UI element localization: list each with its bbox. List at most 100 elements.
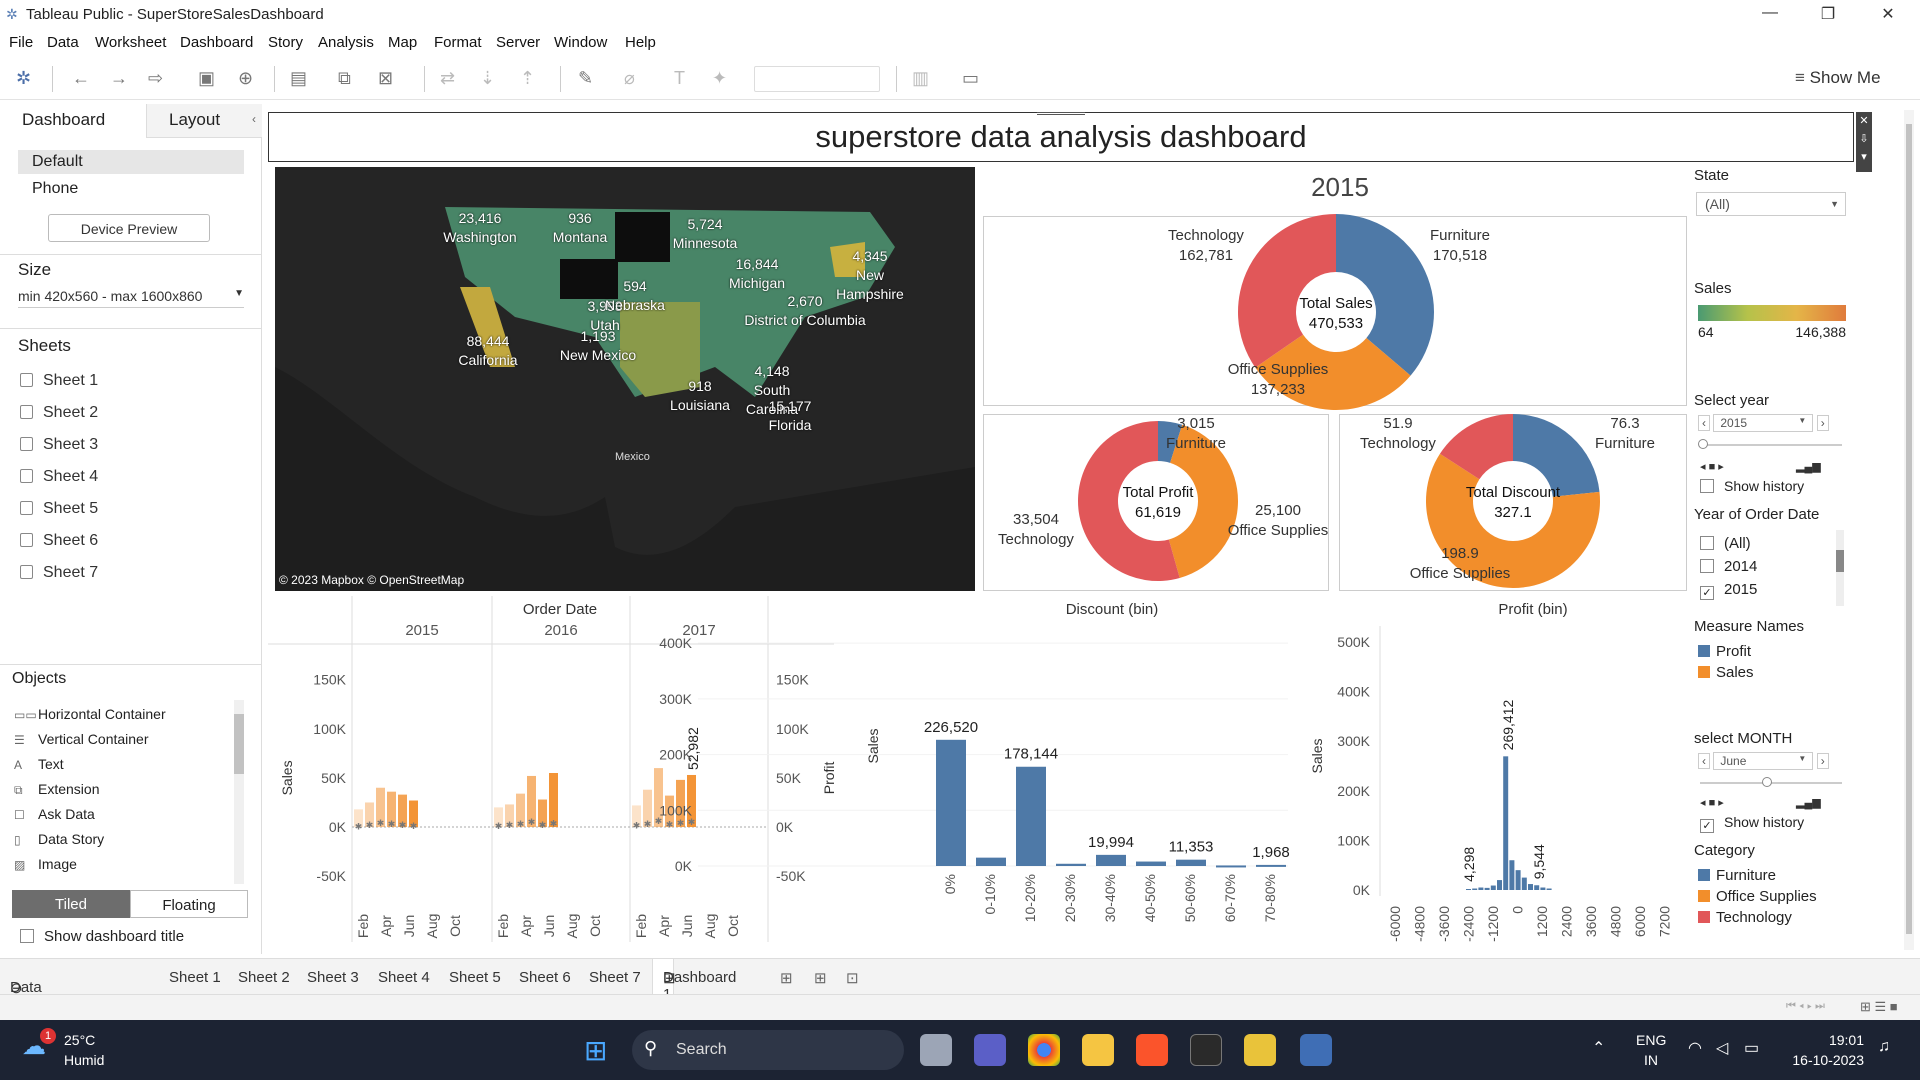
windows-taskbar: ☁ 1 25°C Humid ⊞ ⚲ Search ⌃ ENG IN ◠ ◁ ▭… (0, 1020, 1920, 1080)
tab-sheet-5[interactable]: Sheet 5 (449, 969, 501, 986)
clock-time[interactable]: 19:01 (1804, 1032, 1864, 1048)
legend-swatch (1698, 666, 1710, 678)
year-option-all[interactable]: (All) (1700, 532, 1757, 555)
playback-controls[interactable]: ◂ ■ ▸ (1700, 460, 1724, 473)
donut-center-title: Total Profit (1123, 484, 1195, 501)
donut-label: Technology (1360, 435, 1436, 452)
year-order-list[interactable]: (All) 2014 ✓ 2015 (1700, 532, 1757, 601)
legend-swatch (1698, 645, 1710, 657)
tab-sheet-4[interactable]: Sheet 4 (378, 969, 430, 986)
checkbox-icon (1700, 479, 1714, 493)
next-icon[interactable]: › (1816, 753, 1829, 769)
terminal-icon[interactable] (1190, 1034, 1222, 1066)
show-history-label: Show history (1724, 814, 1805, 830)
select-month-dropdown[interactable]: June ▼ (1713, 752, 1814, 770)
step-forward-icon[interactable]: ▸ (1718, 797, 1724, 809)
measure-item-profit[interactable]: Profit (1698, 641, 1754, 662)
brave-icon[interactable] (1136, 1034, 1168, 1066)
chart1-ytick: 100K (313, 721, 346, 737)
view-toggle-icon[interactable]: ⊞ ☰ ■ (1860, 999, 1898, 1015)
slider-handle[interactable] (1762, 777, 1772, 787)
teams-icon[interactable] (974, 1034, 1006, 1066)
app-icon[interactable] (1244, 1034, 1276, 1066)
chart1-y2tick: 150K (776, 672, 809, 688)
new-dashboard-icon[interactable]: ⊞ (814, 969, 827, 987)
chart3-bar (1515, 870, 1521, 890)
lang-in[interactable]: IN (1644, 1052, 1658, 1068)
tableau-taskbar-icon[interactable] (1300, 1034, 1332, 1066)
show-history-checkbox[interactable]: Show history (1700, 478, 1804, 494)
category-item-technology[interactable]: Technology (1698, 907, 1817, 928)
sales-min: 64 (1698, 324, 1714, 340)
speed-icon[interactable]: ▂▄▆ (1796, 796, 1821, 809)
notifications-bell-icon[interactable]: ♫ (1878, 1038, 1890, 1056)
battery-icon[interactable]: ▭ (1744, 1038, 1759, 1058)
new-story-icon[interactable]: ⊡ (846, 969, 859, 987)
legend-swatch (1698, 890, 1710, 902)
month-slider[interactable] (1700, 777, 1842, 787)
prev-icon[interactable]: ‹ (1698, 753, 1710, 769)
year-option-2015[interactable]: ✓ 2015 (1700, 578, 1757, 601)
legend-label: Furniture (1716, 867, 1777, 884)
donut-label: Technology (998, 531, 1074, 548)
chrome-icon[interactable] (1028, 1034, 1060, 1066)
year-option-2014[interactable]: 2014 (1700, 555, 1757, 578)
play-icon[interactable]: ■ (1709, 797, 1719, 809)
volume-icon[interactable]: ◁ (1716, 1038, 1728, 1058)
state-dropdown[interactable]: (All) ▼ (1696, 192, 1846, 216)
windows-start-icon[interactable]: ⊞ (584, 1034, 607, 1067)
chevron-up-icon[interactable]: ⌃ (1592, 1038, 1605, 1058)
speed-icon[interactable]: ▂▄▆ (1796, 460, 1821, 473)
weather-text: Humid (64, 1052, 105, 1068)
year-list-scrollbar[interactable] (1836, 530, 1844, 606)
step-back-icon[interactable]: ◂ (1700, 461, 1709, 473)
category-item-furniture[interactable]: Furniture (1698, 865, 1817, 886)
step-back-icon[interactable]: ◂ (1700, 797, 1709, 809)
lang-eng[interactable]: ENG (1636, 1032, 1666, 1048)
task-view-icon[interactable] (920, 1034, 952, 1066)
tab-sheet-2[interactable]: Sheet 2 (238, 969, 290, 986)
playback-controls[interactable]: ◂ ■ ▸ (1700, 796, 1724, 809)
new-sheet-icon[interactable]: ⊞ (780, 969, 793, 987)
chart2-xtick: 50-60% (1182, 874, 1198, 922)
measure-item-sales[interactable]: Sales (1698, 662, 1754, 683)
select-year-control[interactable]: ‹ 2015 ▼ › (1698, 414, 1829, 432)
donut-label: 51.9 (1383, 415, 1412, 432)
step-forward-icon[interactable]: ▸ (1718, 461, 1724, 473)
show-history-checkbox[interactable]: ✓ Show history (1700, 814, 1804, 833)
tab-nav-icon[interactable]: ⏮ ◂ ▸ ⏭ (1786, 1000, 1825, 1013)
category-item-office-supplies[interactable]: Office Supplies (1698, 886, 1817, 907)
chart3-ytick: 0K (1353, 882, 1371, 898)
tab-sheet-7[interactable]: Sheet 7 (589, 969, 641, 986)
chart2-ytick: 0K (675, 858, 693, 874)
chart1-profit-mark: ✱ (355, 822, 363, 832)
legend-label: Sales (1716, 664, 1754, 681)
wifi-icon[interactable]: ◠ (1688, 1038, 1702, 1058)
vertical-scrollbar[interactable] (1904, 110, 1914, 950)
play-icon[interactable]: ■ (1709, 461, 1719, 473)
next-icon[interactable]: › (1816, 415, 1829, 431)
select-year-dropdown[interactable]: 2015 ▼ (1713, 414, 1814, 432)
chart3-bar (1521, 877, 1527, 890)
chart2-xtick: 0-10% (982, 874, 998, 914)
prev-icon[interactable]: ‹ (1698, 415, 1710, 431)
chart3-bar (1478, 887, 1484, 890)
year-option-label: 2015 (1724, 581, 1758, 598)
file-explorer-icon[interactable] (1082, 1034, 1114, 1066)
search-box[interactable]: ⚲ Search (632, 1030, 904, 1070)
chart2-bar (1136, 861, 1166, 866)
tab-sheet-3[interactable]: Sheet 3 (307, 969, 359, 986)
select-month-control[interactable]: ‹ June ▼ › (1698, 752, 1829, 770)
chart3-xtick: 3600 (1583, 906, 1599, 937)
tab-sheet-1[interactable]: Sheet 1 (169, 969, 221, 986)
chart1-profit-mark: ✱ (410, 821, 418, 831)
chart2-bar (1016, 766, 1046, 866)
tab-dashboard-1[interactable]: ⊞ Dashboard 1 (652, 959, 736, 1003)
chart2-data-label: 11,353 (1169, 839, 1214, 856)
tab-sheet-6[interactable]: Sheet 6 (519, 969, 571, 986)
state-value: (All) (1705, 196, 1730, 212)
clock-date[interactable]: 16-10-2023 (1784, 1052, 1864, 1068)
chart2-bar (1056, 863, 1086, 866)
year-slider[interactable] (1698, 439, 1842, 449)
slider-handle[interactable] (1698, 439, 1708, 449)
